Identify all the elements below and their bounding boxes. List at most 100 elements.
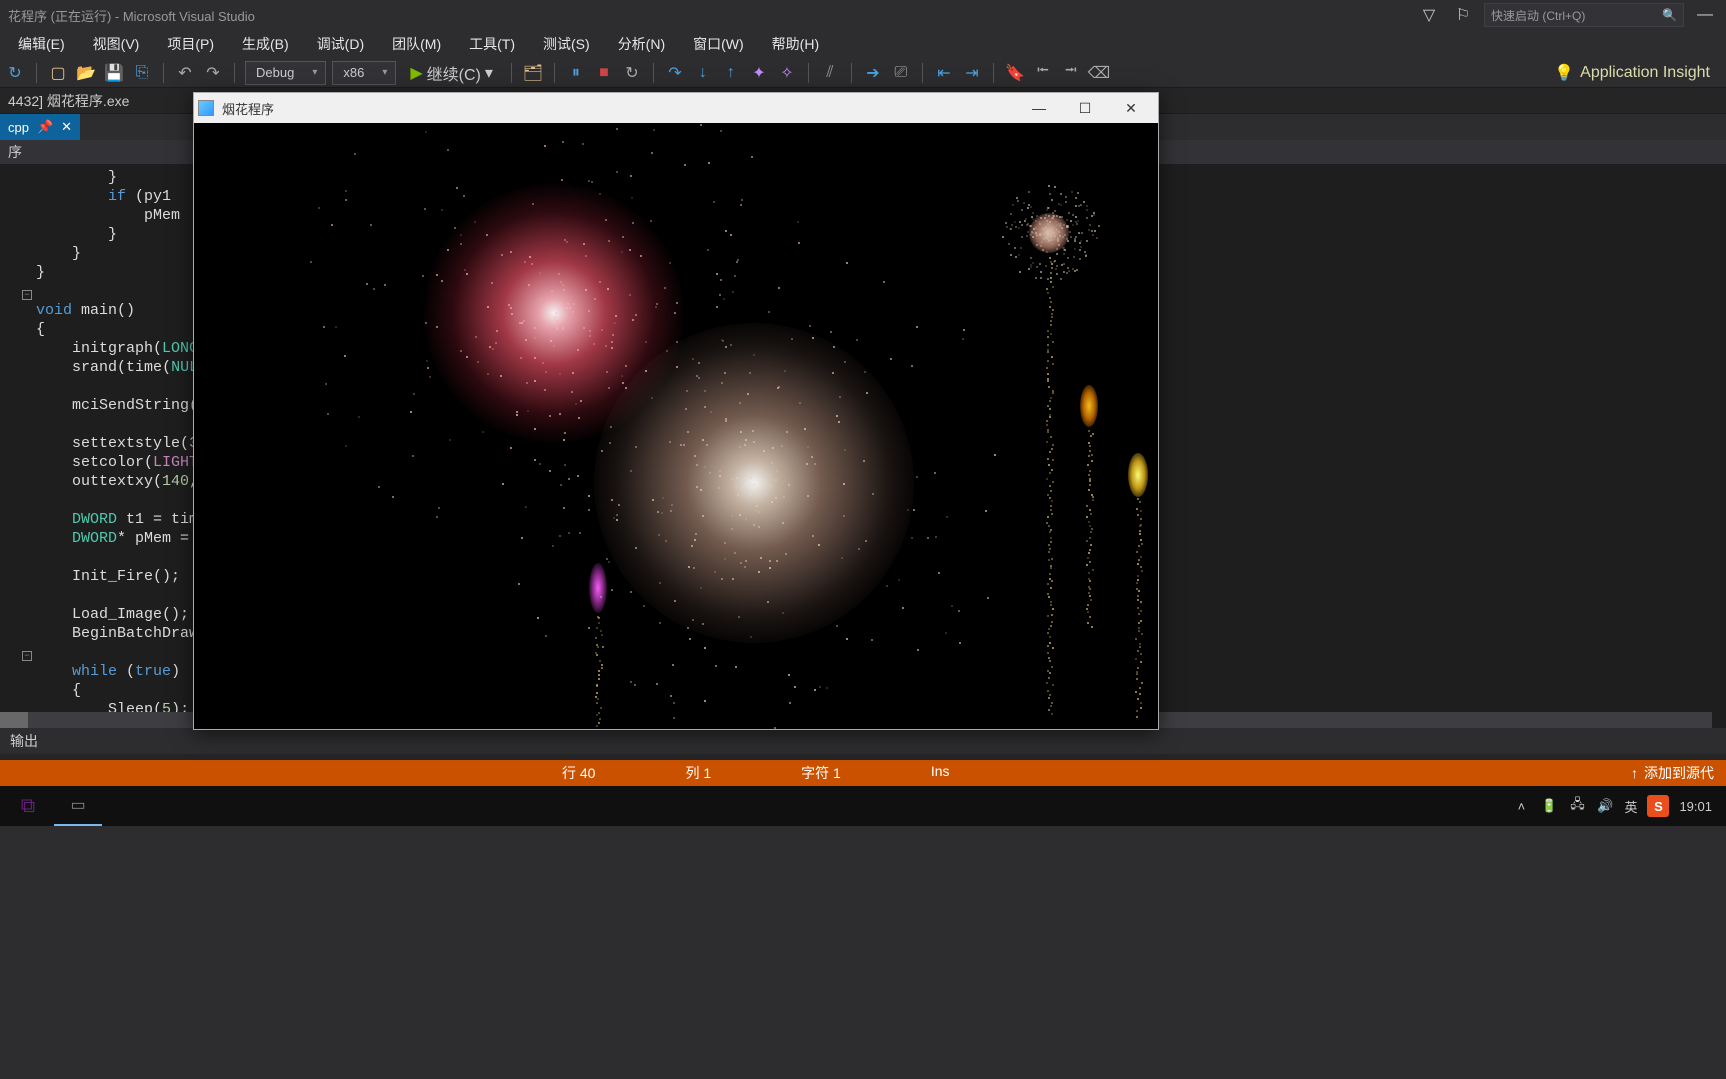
sparkle	[1076, 269, 1078, 271]
sparkle	[1049, 531, 1051, 533]
sparkle	[1014, 247, 1016, 249]
status-source[interactable]: 添加到源代	[1644, 763, 1714, 783]
battery-icon[interactable]: 🔋	[1540, 797, 1558, 815]
sparkle	[1046, 478, 1048, 480]
sparkle	[1049, 642, 1051, 644]
indent-icon[interactable]: ⇥	[961, 62, 983, 84]
snippet-icon[interactable]: ⎚	[890, 62, 912, 84]
fireworks-titlebar[interactable]: 烟花程序 — ☐ ✕	[194, 93, 1158, 123]
sparkle	[335, 326, 337, 328]
sparkle	[987, 597, 989, 599]
volume-icon[interactable]: 🔊	[1596, 797, 1614, 815]
menu-edit[interactable]: 编辑(E)	[4, 30, 79, 58]
break-all-icon[interactable]: 🗂	[522, 62, 544, 84]
step-into-icon[interactable]: ↓	[692, 62, 714, 84]
sparkle	[750, 494, 752, 496]
menu-help[interactable]: 帮助(H)	[758, 30, 833, 58]
bookmark-next-icon[interactable]: ⭲	[1060, 62, 1082, 84]
sparkle	[1089, 588, 1091, 590]
feedback-icon[interactable]: ⚐	[1450, 2, 1476, 28]
minimize-button[interactable]: —	[1016, 93, 1062, 123]
maximize-button[interactable]: ☐	[1062, 93, 1108, 123]
sparkle	[716, 306, 718, 308]
step3-icon[interactable]: ✧	[776, 62, 798, 84]
clock[interactable]: 19:01	[1679, 799, 1712, 814]
sparkle	[1063, 263, 1065, 265]
tray-chevron-icon[interactable]: ˄	[1512, 797, 1530, 815]
open-file-icon[interactable]: 📂	[75, 62, 97, 84]
step-over-icon[interactable]: ↷	[664, 62, 686, 84]
fold-icon[interactable]: −	[22, 651, 32, 661]
sparkle	[463, 195, 465, 197]
step2-icon[interactable]: ✦	[748, 62, 770, 84]
minimize-button[interactable]: —	[1692, 2, 1718, 28]
sparkle	[572, 372, 574, 374]
step-out-icon[interactable]: ↑	[720, 62, 742, 84]
sparkle	[1052, 341, 1054, 343]
sparkle	[1047, 351, 1049, 353]
pin-icon[interactable]: 📌	[37, 119, 53, 135]
sparkle	[1010, 213, 1012, 215]
outdent-icon[interactable]: ⇤	[933, 62, 955, 84]
sparkle	[935, 536, 937, 538]
app-insights[interactable]: 💡 Application Insight	[1554, 63, 1722, 83]
undo-icon[interactable]: ↶	[174, 62, 196, 84]
sparkle	[596, 714, 598, 716]
sparkle	[916, 326, 918, 328]
sparkle	[1047, 645, 1049, 647]
sparkle	[1090, 599, 1092, 601]
sparkle	[1050, 272, 1052, 274]
sparkle	[1086, 505, 1088, 507]
redo-icon[interactable]: ↷	[202, 62, 224, 84]
stop-icon[interactable]: ■	[593, 62, 615, 84]
quicklaunch-input[interactable]: 快速启动 (Ctrl+Q) 🔍	[1484, 3, 1684, 27]
config-combo[interactable]: Debug ▾	[245, 61, 326, 85]
sparkle	[575, 403, 577, 405]
pause-icon[interactable]: ⏸	[565, 62, 587, 84]
output-panel-header[interactable]: 输出	[0, 728, 1726, 754]
bookmark-clear-icon[interactable]: ⌫	[1088, 62, 1110, 84]
menu-debug[interactable]: 调试(D)	[303, 30, 378, 58]
menu-build[interactable]: 生成(B)	[228, 30, 303, 58]
sparkle	[563, 289, 565, 291]
separator-icon	[653, 63, 654, 83]
vs-task-icon[interactable]: ⧉	[4, 786, 52, 826]
sparkle	[1138, 545, 1140, 547]
continue-button[interactable]: ▶ 继续(C) ▾	[402, 61, 501, 85]
ime-indicator[interactable]: 英	[1624, 797, 1637, 816]
menu-test[interactable]: 测试(S)	[529, 30, 604, 58]
restart-icon[interactable]: ↻	[621, 62, 643, 84]
network-icon[interactable]: 🖧	[1568, 797, 1586, 815]
save-all-icon[interactable]: ⎘	[131, 62, 153, 84]
platform-combo[interactable]: x86 ▾	[332, 61, 396, 85]
sparkle	[559, 373, 561, 375]
menu-analyze[interactable]: 分析(N)	[604, 30, 679, 58]
ime-sogou-icon[interactable]: S	[1647, 795, 1669, 817]
notification-icon[interactable]: ▽	[1416, 2, 1442, 28]
menu-team[interactable]: 团队(M)	[378, 30, 455, 58]
scroll-thumb[interactable]	[0, 712, 28, 728]
sparkle	[708, 162, 710, 164]
nav-back-icon[interactable]: ↻	[4, 62, 26, 84]
editor-tab[interactable]: cpp 📌 ✕	[0, 114, 80, 140]
app-task-icon[interactable]: ▭	[54, 786, 102, 826]
sparkle	[1086, 209, 1088, 211]
close-icon[interactable]: ✕	[61, 119, 72, 135]
menu-window[interactable]: 窗口(W)	[679, 30, 758, 58]
menu-view[interactable]: 视图(V)	[79, 30, 154, 58]
bookmark-prev-icon[interactable]: ⭰	[1032, 62, 1054, 84]
intellisense-icon[interactable]: ➔	[862, 62, 884, 84]
save-icon[interactable]: 💾	[103, 62, 125, 84]
bookmark-icon[interactable]: 🔖	[1004, 62, 1026, 84]
new-file-icon[interactable]: ▢	[47, 62, 69, 84]
close-button[interactable]: ✕	[1108, 93, 1154, 123]
fold-icon[interactable]: −	[22, 290, 32, 300]
menu-tools[interactable]: 工具(T)	[455, 30, 529, 58]
menu-project[interactable]: 项目(P)	[153, 30, 228, 58]
sparkle	[1091, 454, 1093, 456]
comment-icon[interactable]: ⫽	[819, 62, 841, 84]
separator-icon	[808, 63, 809, 83]
sparkle	[1086, 217, 1088, 219]
separator-icon	[993, 63, 994, 83]
sparkle	[1063, 271, 1065, 273]
